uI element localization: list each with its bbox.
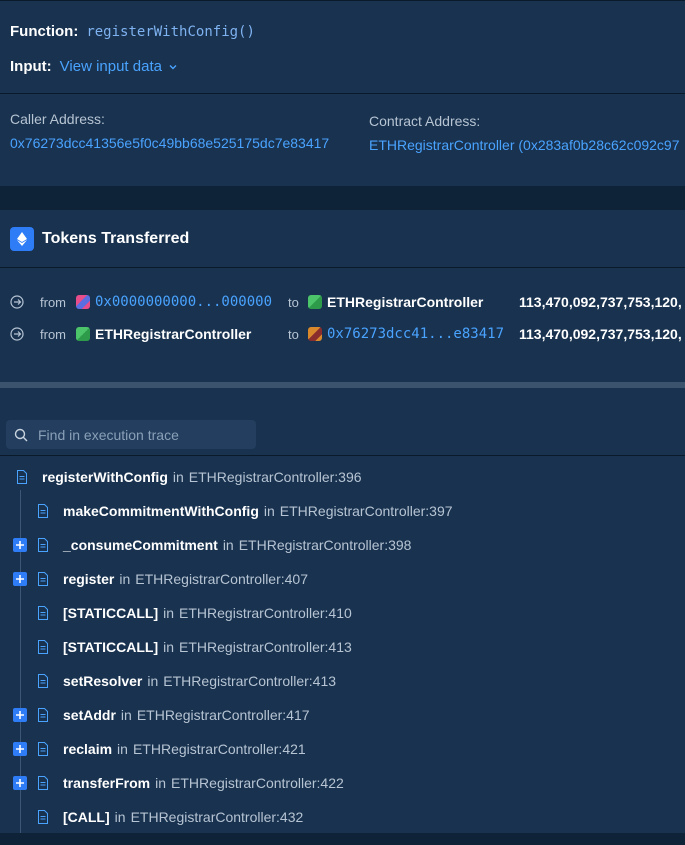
caller-address-block: Caller Address: 0x76273dcc41356e5f0c49bb… [10, 111, 329, 151]
document-icon [38, 606, 48, 620]
trace-item[interactable]: registerWithConfig in ETHRegistrarControll… [0, 460, 685, 494]
trace-item-text: setResolver in ETHRegistrarController:413 [63, 673, 337, 689]
document-icon [38, 742, 48, 756]
trace-item-text: _consumeCommitment in ETHRegistrarControll… [63, 537, 412, 553]
function-label: Function: [10, 23, 79, 40]
execution-trace-list: registerWithConfig in ETHRegistrarControll… [0, 455, 685, 845]
trace-item[interactable]: [CALL] in ETHRegistrarController:432 [0, 800, 685, 834]
details-divider [0, 93, 685, 94]
address-avatar-icon [76, 295, 90, 309]
trace-search-box[interactable] [6, 420, 256, 449]
document-icon [38, 572, 48, 586]
bottom-scroll-strip [0, 833, 685, 845]
trace-item[interactable]: [STATICCALL] in ETHRegistrarController:413 [0, 630, 685, 664]
trace-item-text: setAddr in ETHRegistrarController:417 [63, 707, 310, 723]
to-label: to [288, 294, 299, 310]
to-address[interactable]: 0x76273dcc41...e83417 [308, 323, 504, 345]
trace-item-text: registerWithConfig in ETHRegistrarControll… [42, 469, 362, 485]
document-icon [17, 470, 27, 484]
trace-item-text: [STATICCALL] in ETHRegistrarController:413 [63, 639, 352, 655]
tokens-header: Tokens Transferred [10, 227, 189, 251]
expand-plus-icon[interactable] [13, 776, 27, 790]
address-avatar-icon [308, 327, 322, 341]
trace-item[interactable]: makeCommitmentWithConfig in ETHRegistrarCo… [0, 494, 685, 528]
function-row: Function: registerWithConfig() [10, 23, 255, 40]
caller-address-link[interactable]: 0x76273dcc41356e5f0c49bb68e525175dc7e834… [10, 135, 329, 151]
trace-item-text: register in ETHRegistrarController:407 [63, 571, 308, 587]
document-icon [38, 538, 48, 552]
view-input-data-link[interactable]: View input data [60, 58, 162, 75]
search-icon [14, 428, 28, 441]
to-address-text: 0x76273dcc41...e83417 [327, 326, 505, 342]
trace-item-text: makeCommitmentWithConfig in ETHRegistrarCo… [63, 503, 453, 519]
trace-item[interactable]: [STATICCALL] in ETHRegistrarController:410 [0, 596, 685, 630]
trace-item[interactable]: _consumeCommitment in ETHRegistrarControll… [0, 528, 685, 562]
trace-item[interactable]: transferFrom in ETHRegistrarController:422 [0, 766, 685, 800]
address-avatar-icon [308, 295, 322, 309]
token-transfer-row: from 0x0000000000...000000 to ETHRegistr… [0, 291, 685, 313]
document-icon [38, 776, 48, 790]
trace-item-text: [CALL] in ETHRegistrarController:432 [63, 809, 304, 825]
trace-search-input[interactable] [38, 426, 238, 443]
input-row: Input: View input data [10, 58, 178, 75]
from-label: from [40, 326, 66, 342]
trace-item-text: transferFrom in ETHRegistrarController:422 [63, 775, 344, 791]
contract-address-label: Contract Address: [369, 113, 481, 129]
from-address-text: 0x0000000000...000000 [95, 294, 273, 310]
document-icon [38, 674, 48, 688]
to-address[interactable]: ETHRegistrarController [308, 291, 483, 313]
document-icon [38, 640, 48, 654]
token-amount: 113,470,092,737,753,120, [519, 326, 682, 342]
input-label: Input: [10, 58, 52, 75]
expand-plus-icon[interactable] [13, 742, 27, 756]
contract-address-block: Contract Address: ETHRegistrarController… [369, 113, 680, 153]
token-transfer-row: from ETHRegistrarController to 0x76273dc… [0, 323, 685, 345]
expand-plus-icon[interactable] [13, 572, 27, 586]
ethereum-icon [10, 227, 34, 251]
token-amount: 113,470,092,737,753,120, [519, 294, 682, 310]
document-icon [38, 504, 48, 518]
to-label: to [288, 326, 299, 342]
address-avatar-icon [76, 327, 90, 341]
trace-item[interactable]: reclaim in ETHRegistrarController:421 [0, 732, 685, 766]
document-icon [38, 708, 48, 722]
tokens-transferred-panel: Tokens Transferred from 0x0000000000...0… [0, 210, 685, 382]
function-value: registerWithConfig() [86, 23, 255, 40]
chevron-down-icon[interactable] [168, 62, 178, 72]
from-label: from [40, 294, 66, 310]
contract-address-link[interactable]: ETHRegistrarController (0x283af0b28c62c0… [369, 137, 680, 153]
from-address[interactable]: ETHRegistrarController [76, 323, 251, 345]
trace-item[interactable]: register in ETHRegistrarController:407 [0, 562, 685, 596]
expand-plus-icon[interactable] [13, 708, 27, 722]
from-address[interactable]: 0x0000000000...000000 [76, 291, 272, 313]
tokens-divider [0, 267, 685, 268]
trace-item-text: reclaim in ETHRegistrarController:421 [63, 741, 306, 757]
trace-item[interactable]: setResolver in ETHRegistrarController:413 [0, 664, 685, 698]
trace-item-text: [STATICCALL] in ETHRegistrarController:410 [63, 605, 352, 621]
execution-trace-panel: registerWithConfiginETHRegistrarControll… [0, 388, 685, 845]
from-address-text: ETHRegistrarController [95, 326, 252, 342]
transfer-arrow-icon [10, 327, 24, 341]
document-icon [38, 810, 48, 824]
tokens-title: Tokens Transferred [42, 230, 190, 247]
caller-address-label: Caller Address: [10, 111, 105, 127]
trace-item[interactable]: setAddr in ETHRegistrarController:417 [0, 698, 685, 732]
transfer-arrow-icon [10, 295, 24, 309]
expand-plus-icon[interactable] [13, 538, 27, 552]
transaction-details-panel: Function: registerWithConfig() Input: Vi… [0, 0, 685, 186]
to-address-text: ETHRegistrarController [327, 294, 484, 310]
